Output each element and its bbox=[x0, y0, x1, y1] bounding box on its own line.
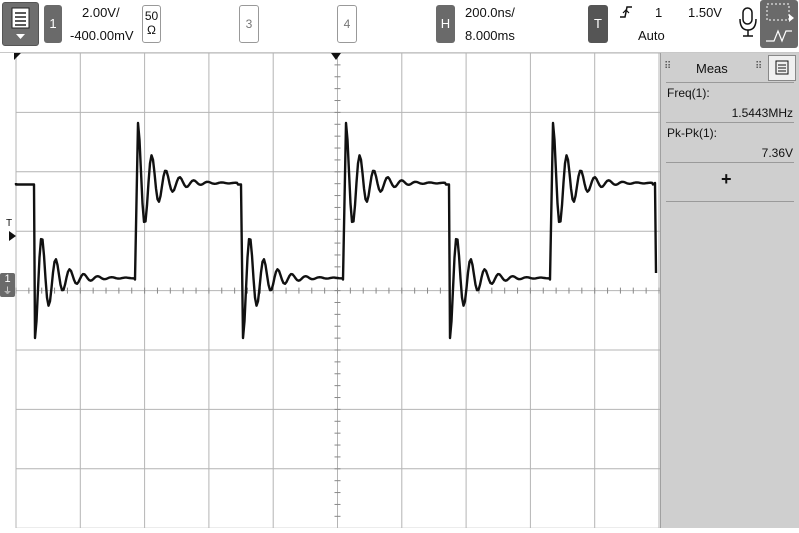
trigger-position-marker[interactable] bbox=[331, 53, 341, 61]
channel1-ground-number: 1 bbox=[4, 273, 11, 285]
trigger-level-letter: T bbox=[6, 218, 13, 229]
trigger-label: T bbox=[594, 16, 602, 31]
trigger-source[interactable]: 1 bbox=[655, 5, 662, 20]
horizontal-label: H bbox=[440, 16, 451, 31]
horizontal-delay[interactable]: 8.000ms bbox=[465, 28, 515, 43]
panel-menu-button[interactable] bbox=[768, 55, 796, 81]
trigger-button[interactable]: T bbox=[588, 5, 608, 43]
divider bbox=[666, 82, 794, 83]
divider bbox=[666, 122, 794, 123]
channel4-number: 4 bbox=[343, 17, 351, 31]
ohm-icon: Ω bbox=[147, 23, 156, 37]
trigger-level[interactable]: 1.50V bbox=[688, 5, 722, 20]
pkpk-value: 7.36V bbox=[761, 146, 793, 160]
channel1-ground-marker[interactable]: 1 ⏚ bbox=[0, 273, 15, 297]
meas-title: Meas bbox=[696, 61, 728, 76]
divider bbox=[666, 201, 794, 202]
trigger-level-marker[interactable]: T bbox=[6, 218, 12, 229]
channel1-trace bbox=[14, 121, 658, 340]
channel3-button[interactable]: 3 bbox=[239, 5, 259, 43]
menu-list-icon bbox=[11, 7, 30, 39]
freq-label: Freq(1): bbox=[667, 86, 710, 100]
trigger-mode[interactable]: Auto bbox=[638, 28, 665, 43]
left-edge-marker bbox=[14, 53, 21, 60]
top-toolbar: 1 2.00V/ -400.00mV 50 Ω 3 4 H 200.0ns/ 8… bbox=[0, 0, 799, 53]
waveform-trace-layer bbox=[14, 121, 658, 340]
freq-value: 1.5443MHz bbox=[731, 106, 793, 120]
channel1-impedance-button[interactable]: 50 Ω bbox=[142, 5, 161, 43]
impedance-value: 50 bbox=[144, 9, 159, 23]
rising-edge-icon bbox=[620, 6, 632, 18]
channel1-button[interactable]: 1 bbox=[44, 5, 62, 43]
main-menu-button[interactable] bbox=[2, 2, 39, 46]
panel-drag-handle-icon[interactable]: ⠿ bbox=[664, 61, 671, 72]
divider bbox=[666, 162, 794, 163]
microphone-icon[interactable] bbox=[738, 6, 758, 40]
horizontal-button[interactable]: H bbox=[436, 5, 455, 43]
channel1-number: 1 bbox=[49, 16, 57, 31]
pkpk-label: Pk-Pk(1): bbox=[667, 126, 718, 140]
panel-menu-icon bbox=[775, 60, 789, 75]
channel3-number: 3 bbox=[245, 17, 253, 31]
trigger-level-arrow bbox=[9, 231, 16, 241]
ground-icon: ⏚ bbox=[2, 286, 12, 296]
measurement-panel: ⠿ Meas ⠿ Freq(1): 1.5443MHz Pk-Pk(1): 7.… bbox=[660, 53, 799, 528]
channel4-button[interactable]: 4 bbox=[337, 5, 357, 43]
timebase-value[interactable]: 200.0ns/ bbox=[465, 5, 515, 20]
channel1-scale[interactable]: 2.00V/ bbox=[82, 5, 120, 20]
add-measurement-button[interactable]: + bbox=[721, 169, 732, 190]
panel-drag-handle-right-icon[interactable]: ⠿ bbox=[755, 61, 762, 72]
waveform-tool-icon[interactable] bbox=[760, 25, 798, 47]
channel1-offset[interactable]: -400.00mV bbox=[70, 28, 134, 43]
waveform-display[interactable]: T 1 ⏚ bbox=[0, 52, 660, 529]
